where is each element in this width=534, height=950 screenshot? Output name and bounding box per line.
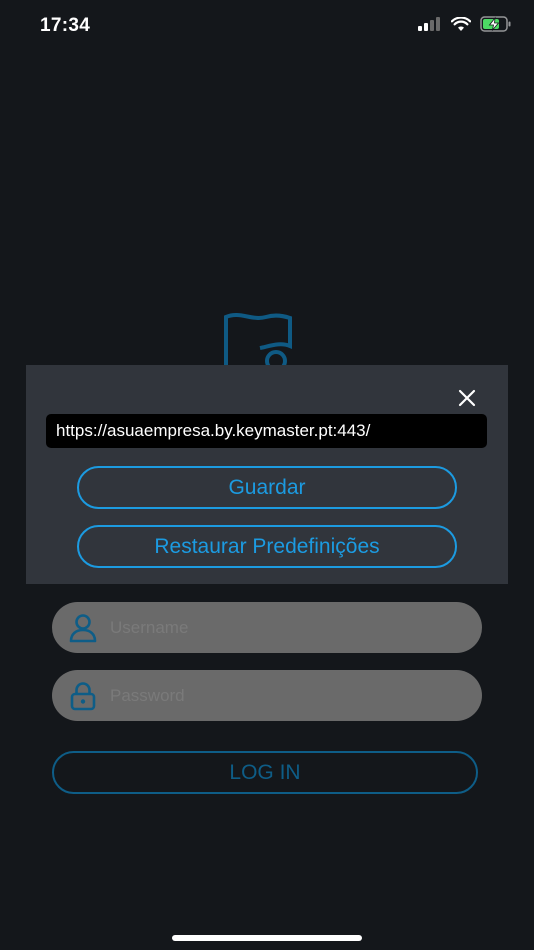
username-field[interactable]: Username bbox=[52, 602, 482, 653]
password-field[interactable]: Password bbox=[52, 670, 482, 721]
close-icon[interactable] bbox=[456, 387, 478, 409]
home-indicator[interactable] bbox=[172, 935, 362, 941]
lock-icon bbox=[70, 682, 96, 711]
battery-charging-icon bbox=[480, 16, 511, 32]
cellular-signal-icon bbox=[418, 17, 440, 31]
password-placeholder: Password bbox=[110, 686, 185, 705]
server-url-dialog: Guardar Restaurar Predefinições bbox=[26, 365, 508, 584]
username-placeholder: Username bbox=[110, 618, 189, 637]
server-url-input[interactable] bbox=[46, 414, 487, 448]
wifi-icon bbox=[451, 16, 471, 31]
status-time: 17:34 bbox=[40, 15, 91, 36]
status-icons bbox=[418, 16, 512, 32]
save-button[interactable]: Guardar bbox=[77, 466, 457, 509]
restore-defaults-button[interactable]: Restaurar Predefinições bbox=[77, 525, 457, 568]
flag-logo-icon bbox=[224, 313, 292, 372]
status-bar: 17:34 bbox=[0, 0, 534, 52]
user-icon bbox=[69, 614, 97, 643]
login-button[interactable]: LOG IN bbox=[52, 751, 478, 794]
